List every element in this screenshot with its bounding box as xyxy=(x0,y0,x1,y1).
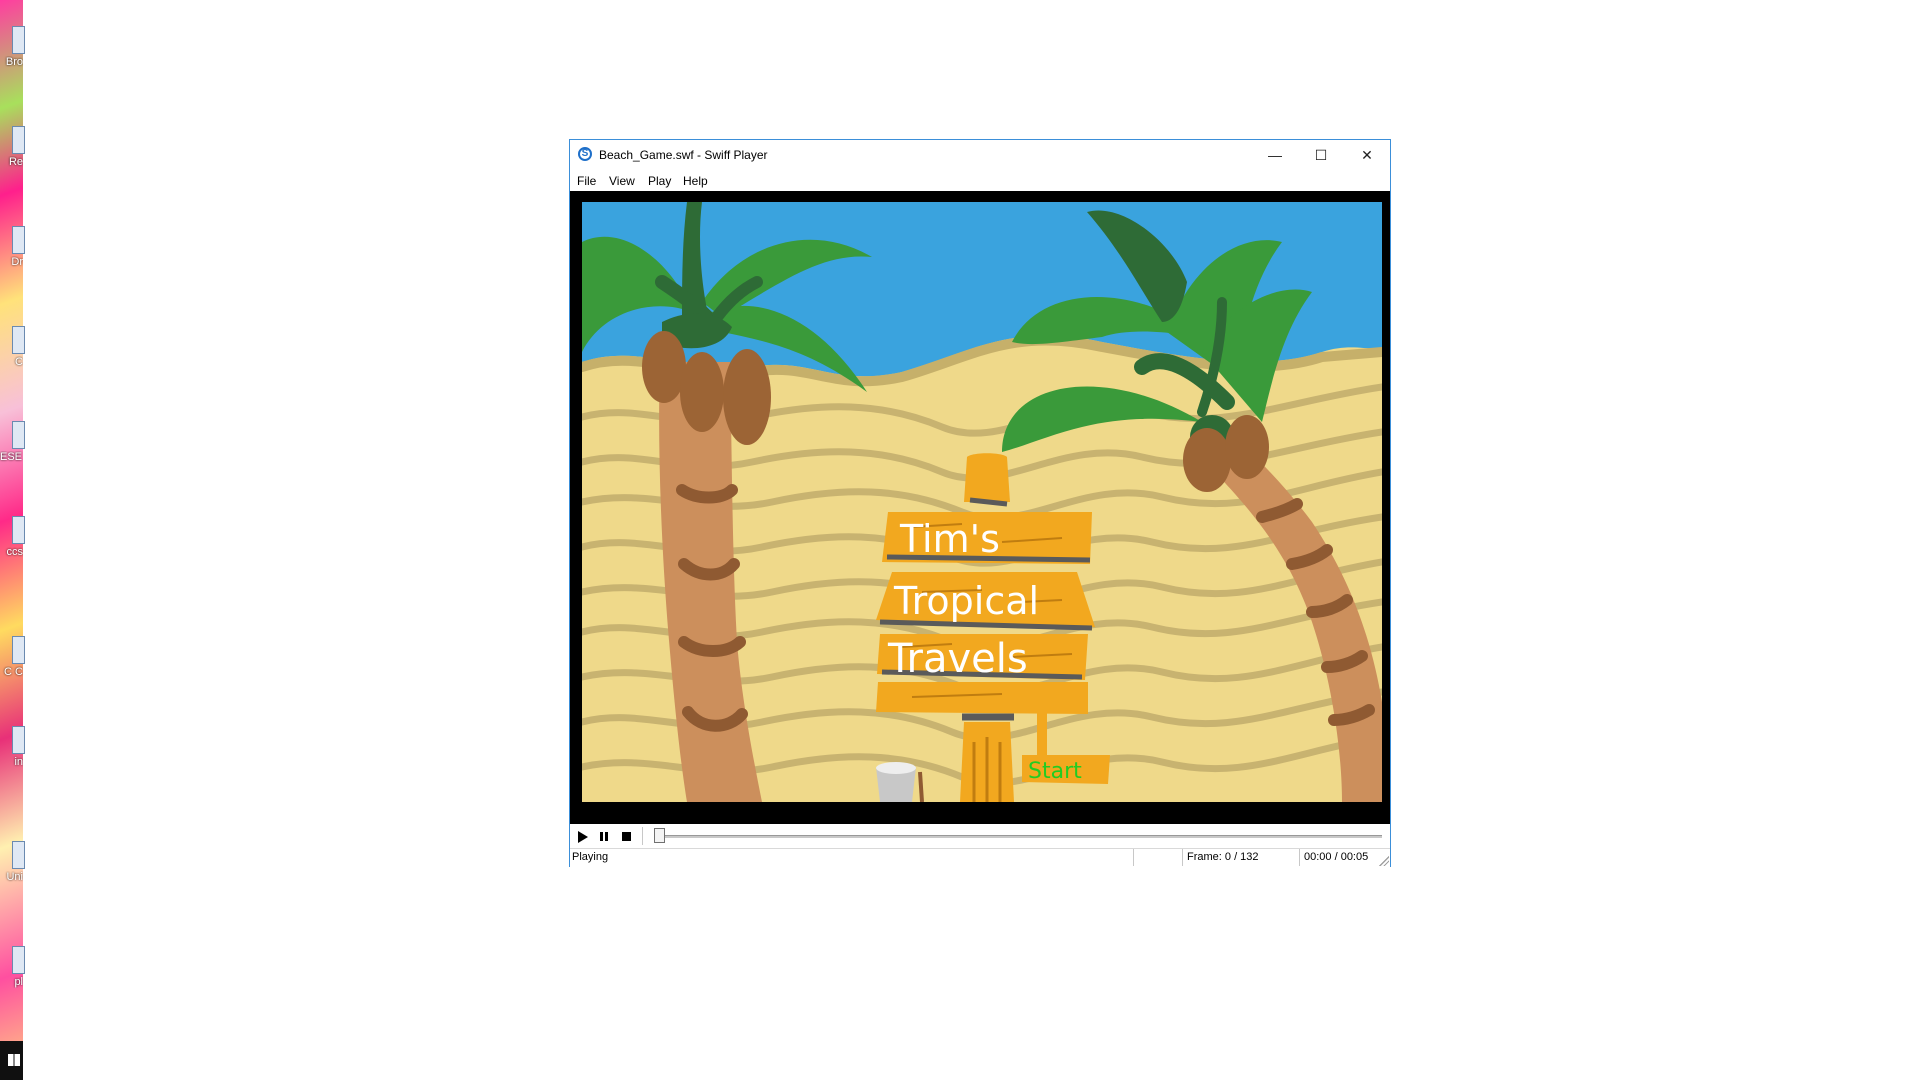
desktop-icon[interactable]: pl xyxy=(0,940,25,1002)
desktop-icon-label: ccs xyxy=(6,546,24,558)
desktop-icon[interactable]: in xyxy=(0,720,25,782)
status-bar: Playing Frame: 0 / 132 00:00 / 00:05 xyxy=(570,848,1390,867)
player-window: S Beach_Game.swf - Swiff Player — ☐ ✕ Fi… xyxy=(569,139,1391,867)
desktop-icon-label: Dr xyxy=(11,256,23,268)
start-button[interactable]: Start xyxy=(1028,759,1082,784)
app-icon xyxy=(12,326,25,354)
desktop-icon[interactable]: ESE & P xyxy=(0,415,25,477)
title-line-2: Tropical xyxy=(893,579,1039,623)
coconut xyxy=(642,331,686,403)
play-icon xyxy=(578,831,588,843)
stop-icon xyxy=(622,832,631,841)
app-icon xyxy=(12,126,25,154)
stop-button[interactable] xyxy=(617,828,635,845)
menu-view[interactable]: View xyxy=(609,174,635,188)
maximize-button[interactable]: ☐ xyxy=(1298,140,1344,170)
resize-grip[interactable] xyxy=(1379,856,1389,866)
app-icon xyxy=(12,726,25,754)
flash-content-area: Tim's Tropical Travels Start xyxy=(570,191,1390,824)
desktop-icon[interactable]: Bro xyxy=(0,20,25,82)
desktop-icon[interactable]: C xyxy=(0,320,25,382)
desktop-icon-label: Bro xyxy=(5,56,23,68)
coconut xyxy=(723,349,771,445)
pause-button[interactable] xyxy=(595,828,613,845)
desktop-icon[interactable]: C C xyxy=(0,630,25,692)
toolbar-separator xyxy=(642,827,643,845)
title-line-3: Travels xyxy=(887,636,1028,682)
desktop-icon[interactable]: Re xyxy=(0,120,25,182)
app-icon xyxy=(12,516,25,544)
windows-logo-icon xyxy=(8,1054,20,1066)
title-bar[interactable]: S Beach_Game.swf - Swiff Player — ☐ ✕ xyxy=(570,140,1390,171)
title-line-1: Tim's xyxy=(899,517,1000,561)
desktop-icon-label: ESE & P xyxy=(0,451,23,463)
playback-state: Playing xyxy=(572,851,609,863)
coconut xyxy=(1183,428,1231,492)
swiff-player-icon: S xyxy=(578,147,592,161)
desktop-icon-label: Uni xyxy=(6,871,23,883)
game-stage[interactable]: Tim's Tropical Travels Start xyxy=(582,202,1382,802)
pause-icon xyxy=(600,832,603,841)
start-button[interactable] xyxy=(0,1041,23,1080)
desktop-icon[interactable]: ccs xyxy=(0,510,25,572)
menu-bar: File View Play Help xyxy=(570,171,1390,191)
menu-help[interactable]: Help xyxy=(683,174,708,188)
desktop-icon-label: C xyxy=(15,356,23,368)
seek-slider-thumb[interactable] xyxy=(654,828,665,843)
time-counter: 00:00 / 00:05 xyxy=(1299,849,1377,866)
window-title: Beach_Game.swf - Swiff Player xyxy=(599,148,768,162)
app-icon xyxy=(12,841,25,869)
beach-scene: Tim's Tropical Travels Start xyxy=(582,202,1382,802)
desktop-icon-label: in xyxy=(14,756,23,768)
coconut xyxy=(680,352,724,432)
sign-board xyxy=(876,682,1088,714)
app-icon xyxy=(12,421,25,449)
app-icon xyxy=(12,26,25,54)
app-icon xyxy=(12,946,25,974)
desktop-icon[interactable]: Uni xyxy=(0,835,25,897)
minimize-button[interactable]: — xyxy=(1252,140,1298,170)
menu-file[interactable]: File xyxy=(577,174,596,188)
play-button[interactable] xyxy=(573,828,591,845)
close-button[interactable]: ✕ xyxy=(1344,140,1390,170)
playback-controls xyxy=(570,824,1390,848)
coconut xyxy=(1225,415,1269,479)
frame-counter: Frame: 0 / 132 xyxy=(1182,849,1299,866)
signpost-top xyxy=(964,453,1010,502)
app-icon xyxy=(12,226,25,254)
desktop-icon-label: pl xyxy=(14,976,23,988)
status-cell-empty xyxy=(1133,849,1182,866)
desktop-icon-label: Re xyxy=(8,156,23,168)
app-icon xyxy=(12,636,25,664)
desktop-icon[interactable]: Dr xyxy=(0,220,25,282)
menu-play[interactable]: Play xyxy=(648,174,671,188)
seek-track[interactable] xyxy=(654,835,1382,839)
desktop-icon-label: C C xyxy=(4,666,23,678)
